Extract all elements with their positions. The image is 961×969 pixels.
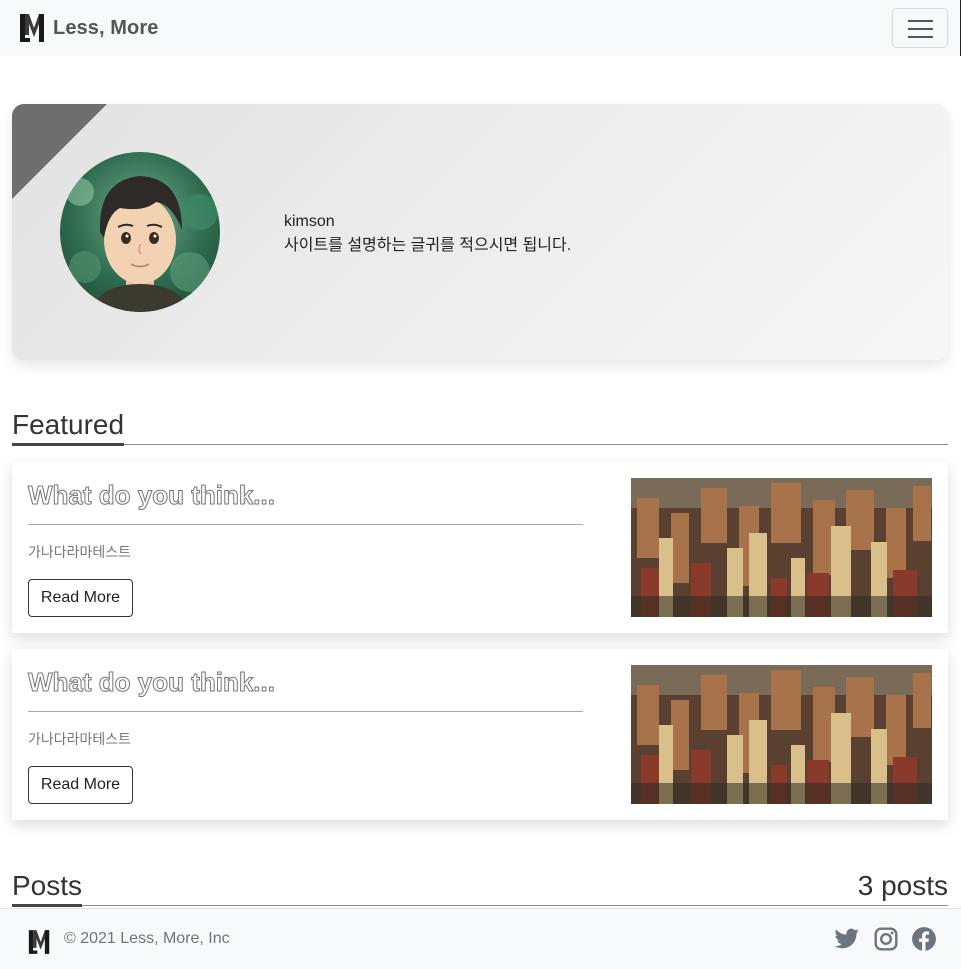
profile-name: kimson (284, 213, 335, 230)
posts-section-header: Posts 3 posts (12, 868, 948, 907)
featured-heading: Featured (12, 407, 125, 446)
featured-card-title[interactable]: What do you think... (28, 478, 276, 512)
featured-section-header: Featured (12, 407, 948, 446)
avatar (60, 152, 220, 312)
featured-card: What do you think... 가나다라마테스트 Read More (12, 649, 948, 820)
profile-card: kimson 사이트를 설명하는 글귀를 적으시면 됩니다. (12, 104, 948, 360)
brand-name: Less, More (53, 16, 159, 39)
footer: © 2021 Less, More, Inc (0, 908, 961, 969)
instagram-icon[interactable] (873, 926, 899, 952)
read-more-button[interactable]: Read More (28, 579, 133, 617)
card-divider (28, 711, 583, 712)
footer-copyright: © 2021 Less, More, Inc (64, 930, 230, 947)
footer-logo-icon[interactable] (28, 929, 50, 955)
featured-card-subtitle: 가나다라마테스트 (28, 544, 132, 560)
facebook-icon[interactable] (911, 926, 937, 952)
featured-card-title[interactable]: What do you think... (28, 665, 276, 699)
card-divider (28, 524, 583, 525)
city-buildings-image[interactable] (631, 478, 932, 617)
twitter-icon[interactable] (834, 926, 860, 952)
posts-count: 3 posts (857, 870, 948, 901)
brand-link[interactable]: Less, More (19, 13, 158, 43)
navbar: Less, More (0, 0, 961, 56)
profile-description: 사이트를 설명하는 글귀를 적으시면 됩니다. (284, 237, 572, 254)
featured-card-subtitle: 가나다라마테스트 (28, 731, 132, 747)
profile-info: kimson 사이트를 설명하는 글귀를 적으시면 됩니다. (284, 210, 571, 258)
posts-heading: Posts (12, 868, 83, 907)
featured-card: What do you think... 가나다라마테스트 Read More (12, 462, 948, 633)
navbar-toggle-button[interactable] (892, 8, 948, 48)
avatar-illustration (60, 152, 220, 312)
read-more-button[interactable]: Read More (28, 766, 133, 804)
city-buildings-image[interactable] (631, 665, 932, 804)
brand-logo-icon (20, 14, 44, 42)
